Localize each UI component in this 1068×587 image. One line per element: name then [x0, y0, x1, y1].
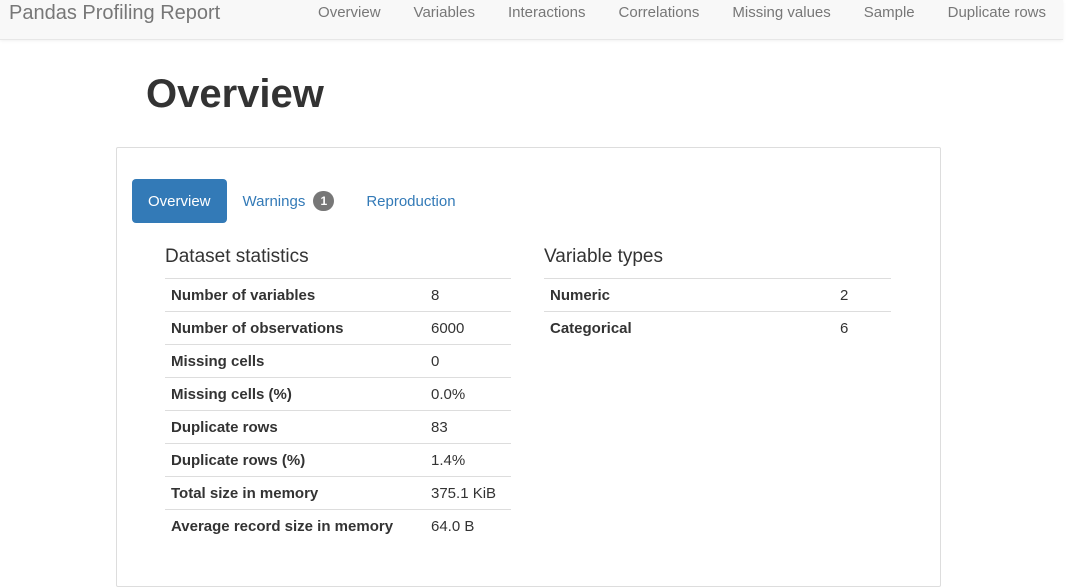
- stat-value: 375.1 KiB: [425, 476, 511, 510]
- stat-label: Total size in memory: [165, 476, 425, 510]
- nav-link-interactions[interactable]: Interactions: [508, 5, 586, 21]
- tab-overview-label: Overview: [148, 192, 211, 210]
- tab-overview[interactable]: Overview: [132, 179, 227, 223]
- overview-panel: Overview Warnings 1 Reproduction Dataset…: [116, 147, 941, 587]
- nav-link-variables[interactable]: Variables: [414, 5, 475, 21]
- stat-label: Duplicate rows (%): [165, 443, 425, 477]
- tab-warnings-label: Warnings: [242, 192, 306, 210]
- stat-label: Duplicate rows: [165, 410, 425, 444]
- table-row: Total size in memory 375.1 KiB: [165, 476, 511, 510]
- overview-tabs: Overview Warnings 1 Reproduction: [132, 179, 472, 223]
- variable-types-title: Variable types: [544, 246, 663, 267]
- table-row: Duplicate rows (%) 1.4%: [165, 443, 511, 477]
- table-row: Missing cells (%) 0.0%: [165, 377, 511, 411]
- table-row: Categorical 6: [544, 311, 891, 345]
- page-title: Overview: [146, 72, 324, 116]
- stat-label: Number of observations: [165, 311, 425, 345]
- nav-link-missing-values[interactable]: Missing values: [732, 5, 830, 21]
- tab-warnings[interactable]: Warnings 1: [227, 179, 351, 223]
- stat-value: 83: [425, 410, 511, 444]
- tab-reproduction-label: Reproduction: [366, 192, 456, 210]
- table-row: Number of variables 8: [165, 278, 511, 312]
- stat-label: Number of variables: [165, 278, 425, 312]
- stat-value: 0.0%: [425, 377, 511, 411]
- top-navbar: Pandas Profiling Report Overview Variabl…: [0, 0, 1063, 40]
- stat-value: 1.4%: [425, 443, 511, 477]
- table-row: Numeric 2: [544, 278, 891, 312]
- dataset-statistics-title: Dataset statistics: [165, 246, 309, 267]
- stat-label: Missing cells: [165, 344, 425, 378]
- stat-value: 6000: [425, 311, 511, 345]
- table-row: Number of observations 6000: [165, 311, 511, 345]
- dataset-statistics-table: Number of variables 8 Number of observat…: [165, 278, 511, 543]
- stat-label: Average record size in memory: [165, 509, 425, 543]
- stat-value: 0: [425, 344, 511, 378]
- table-row: Average record size in memory 64.0 B: [165, 509, 511, 543]
- navbar-links: Overview Variables Interactions Correlat…: [285, 5, 1046, 21]
- variable-types-table: Numeric 2 Categorical 6: [544, 278, 891, 345]
- nav-link-sample[interactable]: Sample: [864, 5, 915, 21]
- type-value: 2: [834, 278, 891, 312]
- type-value: 6: [834, 311, 891, 345]
- type-label: Categorical: [544, 311, 834, 345]
- nav-link-correlations[interactable]: Correlations: [619, 5, 700, 21]
- table-row: Missing cells 0: [165, 344, 511, 378]
- type-label: Numeric: [544, 278, 834, 312]
- stat-label: Missing cells (%): [165, 377, 425, 411]
- tab-reproduction[interactable]: Reproduction: [350, 179, 471, 223]
- navbar-brand[interactable]: Pandas Profiling Report: [9, 2, 220, 24]
- nav-link-duplicate-rows[interactable]: Duplicate rows: [948, 5, 1046, 21]
- warnings-count-badge: 1: [313, 191, 335, 211]
- table-row: Duplicate rows 83: [165, 410, 511, 444]
- nav-link-overview[interactable]: Overview: [318, 5, 381, 21]
- stat-value: 8: [425, 278, 511, 312]
- stat-value: 64.0 B: [425, 509, 511, 543]
